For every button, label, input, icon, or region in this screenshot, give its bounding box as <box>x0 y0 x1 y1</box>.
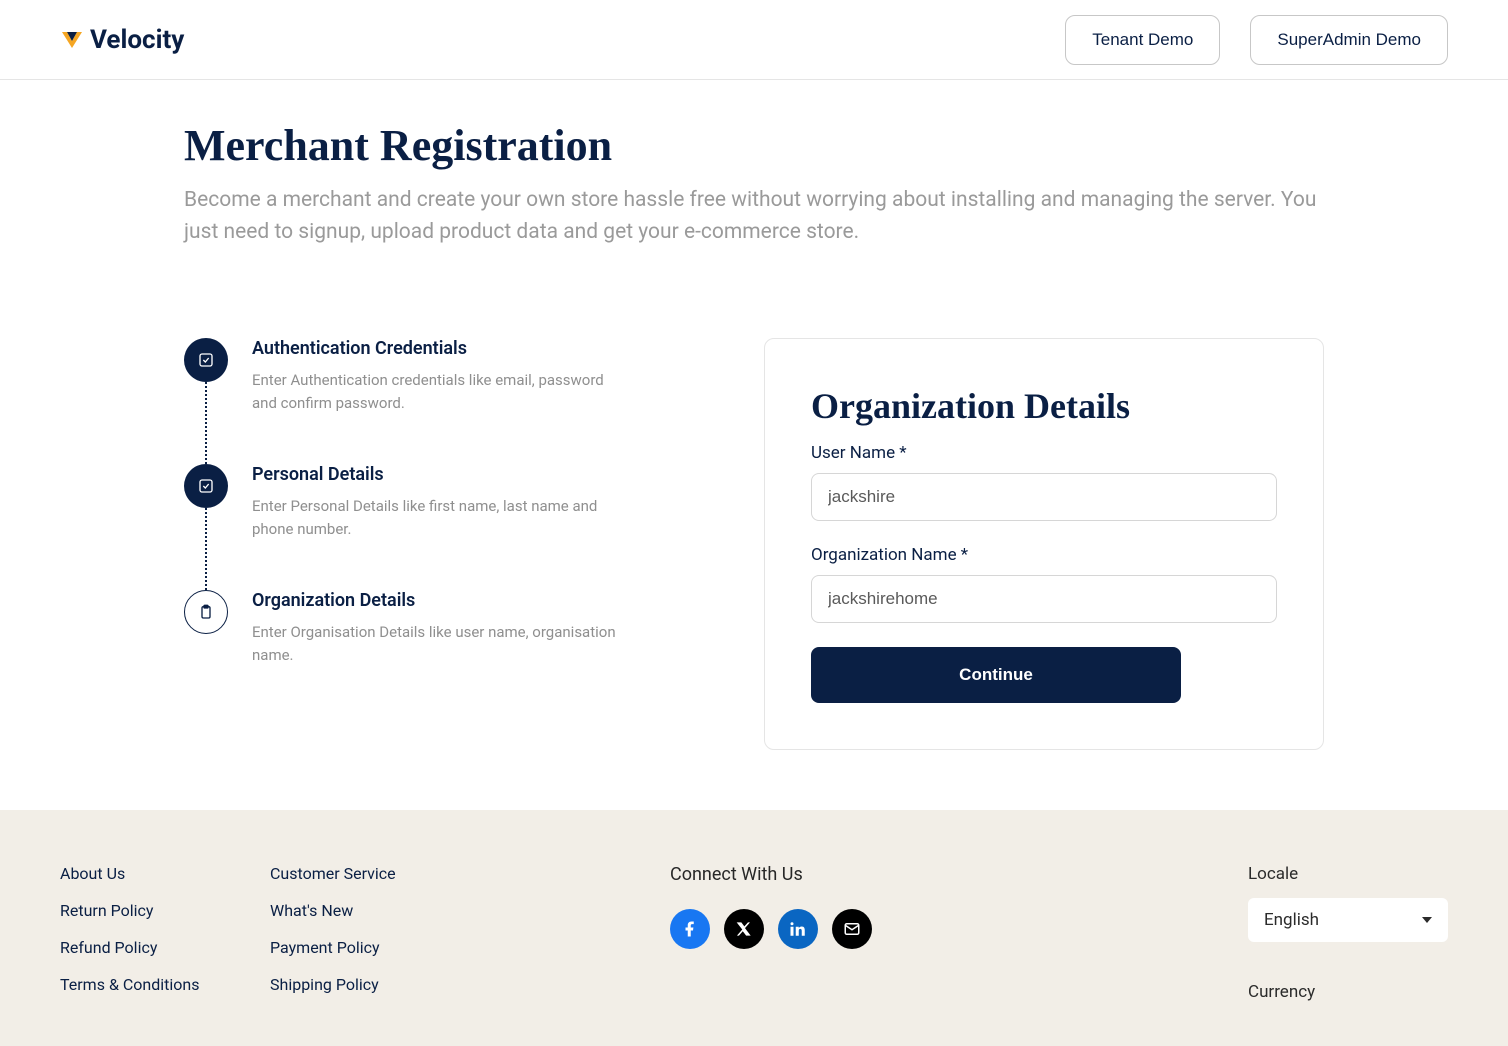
checkbox-checked-icon <box>184 464 228 508</box>
locale-value: English <box>1264 910 1319 930</box>
footer: About Us Return Policy Refund Policy Ter… <box>0 810 1508 1046</box>
step-body: Personal Details Enter Personal Details … <box>252 464 622 540</box>
footer-link-customer-service[interactable]: Customer Service <box>270 864 530 883</box>
step-title: Personal Details <box>252 464 622 485</box>
step-connector <box>205 382 207 464</box>
caret-down-icon <box>1422 917 1432 923</box>
brand-logo[interactable]: Velocity <box>60 25 184 55</box>
clipboard-icon <box>184 590 228 634</box>
footer-settings: Locale English Currency <box>1248 864 1448 1016</box>
step-connector <box>205 508 207 590</box>
orgname-input[interactable] <box>811 575 1277 623</box>
step-desc: Enter Organisation Details like user nam… <box>252 621 622 666</box>
step-auth: Authentication Credentials Enter Authent… <box>184 338 684 414</box>
step-title: Authentication Credentials <box>252 338 622 359</box>
step-title: Organization Details <box>252 590 622 611</box>
footer-link-whats-new[interactable]: What's New <box>270 901 530 920</box>
social-links <box>670 909 1248 949</box>
footer-col-1: About Us Return Policy Refund Policy Ter… <box>60 864 270 1016</box>
footer-connect: Connect With Us <box>670 864 1248 1016</box>
username-label: User Name * <box>811 443 1277 463</box>
step-desc: Enter Personal Details like first name, … <box>252 495 622 540</box>
card-title: Organization Details <box>811 385 1277 427</box>
checkbox-checked-icon <box>184 338 228 382</box>
currency-label: Currency <box>1248 982 1448 1002</box>
field-username: User Name * <box>811 443 1277 521</box>
org-details-card: Organization Details User Name * Organiz… <box>764 338 1324 750</box>
locale-label: Locale <box>1248 864 1448 884</box>
footer-link-payment[interactable]: Payment Policy <box>270 938 530 957</box>
step-desc: Enter Authentication credentials like em… <box>252 369 622 414</box>
footer-link-about[interactable]: About Us <box>60 864 270 883</box>
header-buttons: Tenant Demo SuperAdmin Demo <box>1065 15 1448 65</box>
locale-select[interactable]: English <box>1248 898 1448 942</box>
steps-list: Authentication Credentials Enter Authent… <box>184 338 684 666</box>
linkedin-icon[interactable] <box>778 909 818 949</box>
header: Velocity Tenant Demo SuperAdmin Demo <box>0 0 1508 80</box>
superadmin-demo-button[interactable]: SuperAdmin Demo <box>1250 15 1448 65</box>
logo-mark-icon <box>60 28 84 52</box>
footer-col-2: Customer Service What's New Payment Poli… <box>270 864 530 1016</box>
main-container: Merchant Registration Become a merchant … <box>94 80 1414 810</box>
footer-link-refund[interactable]: Refund Policy <box>60 938 270 957</box>
continue-button[interactable]: Continue <box>811 647 1181 703</box>
x-twitter-icon[interactable] <box>724 909 764 949</box>
tenant-demo-button[interactable]: Tenant Demo <box>1065 15 1220 65</box>
field-orgname: Organization Name * <box>811 545 1277 623</box>
orgname-label: Organization Name * <box>811 545 1277 565</box>
page-title: Merchant Registration <box>184 120 1324 171</box>
facebook-icon[interactable] <box>670 909 710 949</box>
mail-icon[interactable] <box>832 909 872 949</box>
footer-link-return[interactable]: Return Policy <box>60 901 270 920</box>
brand-name: Velocity <box>90 25 184 55</box>
footer-link-terms[interactable]: Terms & Conditions <box>60 975 270 994</box>
connect-title: Connect With Us <box>670 864 1248 885</box>
step-organization: Organization Details Enter Organisation … <box>184 590 684 666</box>
username-input[interactable] <box>811 473 1277 521</box>
content-grid: Authentication Credentials Enter Authent… <box>184 338 1324 750</box>
step-body: Authentication Credentials Enter Authent… <box>252 338 622 414</box>
step-personal: Personal Details Enter Personal Details … <box>184 464 684 540</box>
page-subtitle: Become a merchant and create your own st… <box>184 185 1324 248</box>
footer-link-shipping[interactable]: Shipping Policy <box>270 975 530 994</box>
step-body: Organization Details Enter Organisation … <box>252 590 622 666</box>
